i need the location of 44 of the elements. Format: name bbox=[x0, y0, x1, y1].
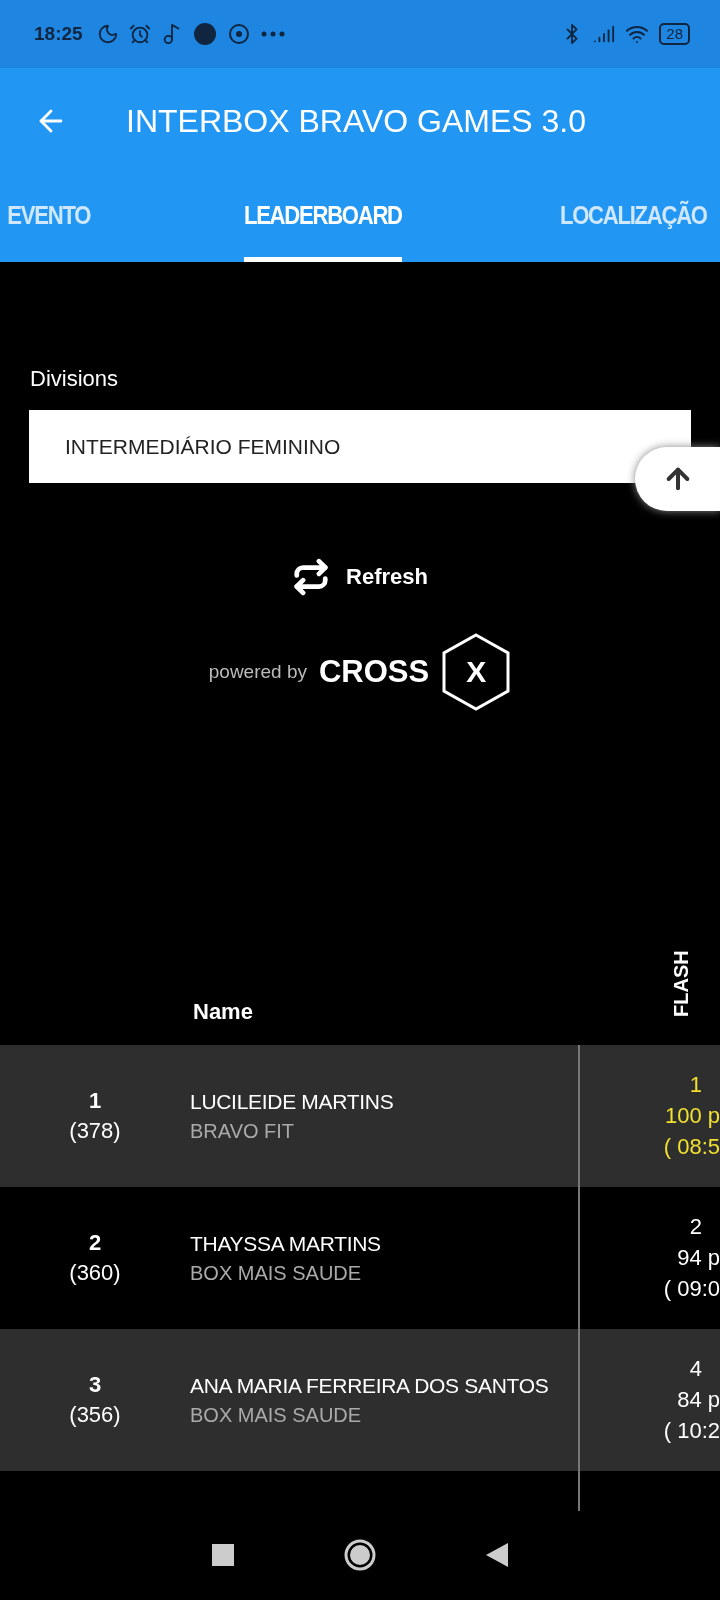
column-header: Name bbox=[193, 999, 253, 1025]
powered-by-label: powered by bbox=[208, 661, 307, 683]
tab[interactable]: LOCALIZAÇÃO bbox=[560, 174, 708, 262]
score-text: 84 p bbox=[677, 1387, 720, 1413]
athlete-name: THAYSSA MARTINS bbox=[190, 1231, 382, 1256]
score-text: 94 p bbox=[677, 1245, 720, 1271]
tab[interactable]: EVENTO bbox=[7, 174, 91, 262]
alarm-icon bbox=[128, 23, 151, 45]
rank: 3 bbox=[88, 1372, 102, 1398]
box-name: BRAVO FIT bbox=[190, 1119, 296, 1143]
box-name: BOX MAIS SAUDE bbox=[190, 1403, 363, 1427]
score-text: ( 09:0 bbox=[663, 1276, 720, 1302]
tab[interactable]: LEADERBOARD bbox=[243, 174, 402, 262]
more-icon bbox=[260, 31, 285, 37]
division-select[interactable]: INTERMEDIÁRIO FEMININO bbox=[29, 410, 691, 483]
battery-icon: 28 bbox=[659, 23, 690, 45]
scroll-top-button[interactable] bbox=[635, 447, 720, 511]
signal-icon bbox=[593, 23, 616, 45]
athlete-name: LUCILEIDE MARTINS bbox=[190, 1089, 395, 1114]
refresh-button[interactable]: Refresh bbox=[286, 557, 434, 597]
brand-name: CROSS bbox=[319, 654, 430, 690]
clock: 18:25 bbox=[34, 23, 83, 45]
total-points: (356) bbox=[69, 1402, 121, 1428]
app-title: INTERBOX BRAVO GAMES 3.0 bbox=[126, 102, 586, 140]
score-text: ( 10:2 bbox=[663, 1418, 720, 1444]
total-points: (360) bbox=[69, 1260, 121, 1286]
score-text: 1 bbox=[689, 1072, 703, 1098]
athlete-name: ANA MARIA FERREIRA DOS SANTOS bbox=[190, 1373, 550, 1398]
circle-icon bbox=[192, 22, 217, 46]
box-name: BOX MAIS SAUDE bbox=[190, 1261, 363, 1285]
moon-icon bbox=[96, 23, 119, 45]
refresh-icon bbox=[292, 558, 331, 596]
back-icon[interactable] bbox=[486, 1543, 508, 1567]
divisions-label: Divisions bbox=[30, 366, 120, 392]
score-text: ( 08:5 bbox=[663, 1134, 720, 1160]
total-points: (378) bbox=[69, 1118, 121, 1144]
column-header: FLASH bbox=[670, 950, 693, 1017]
score-text: 4 bbox=[689, 1356, 703, 1382]
score-text: 2 bbox=[689, 1214, 703, 1240]
rank: 2 bbox=[88, 1230, 102, 1256]
rank: 1 bbox=[88, 1088, 102, 1114]
score-text: 100 p bbox=[664, 1103, 720, 1129]
hexagon-logo: X bbox=[441, 633, 512, 711]
home-icon[interactable] bbox=[344, 1539, 376, 1571]
